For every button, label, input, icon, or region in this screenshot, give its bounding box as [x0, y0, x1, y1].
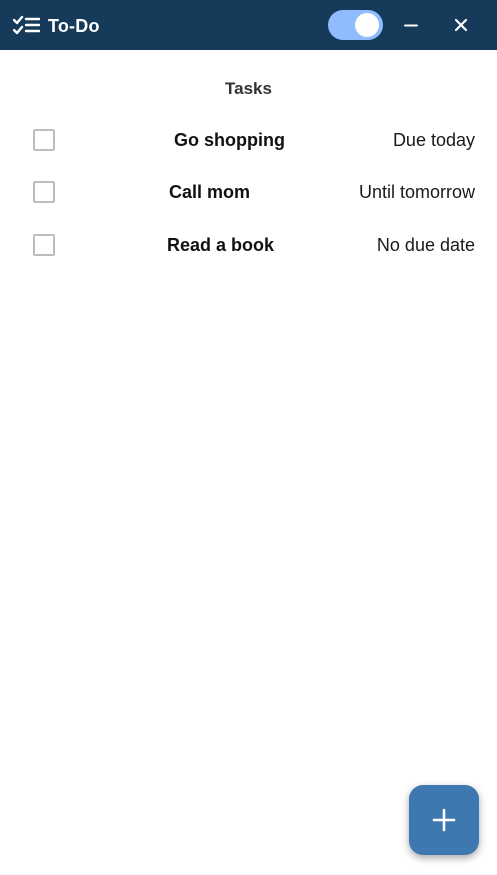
minimize-icon [404, 24, 418, 27]
task-row: Call mom Until tomorrow [0, 170, 497, 214]
minimize-button[interactable] [398, 12, 424, 38]
task-checkbox[interactable] [33, 181, 55, 203]
plus-icon [432, 808, 456, 832]
close-icon [454, 18, 468, 32]
task-name: Read a book [167, 235, 275, 255]
close-button[interactable] [448, 12, 474, 38]
task-checkbox[interactable] [33, 234, 55, 256]
task-row: Read a book No due date [0, 223, 497, 267]
app-title: To-Do [48, 16, 100, 36]
task-checkbox[interactable] [33, 129, 55, 151]
add-task-button[interactable] [409, 785, 479, 855]
task-name: Call mom [169, 182, 251, 202]
toggle-knob [355, 13, 379, 37]
task-due-date: Due today [392, 130, 475, 150]
task-due-date: No due date [376, 235, 475, 255]
task-due-date: Until tomorrow [358, 182, 475, 202]
title-bar: To-Do [0, 0, 497, 50]
checklist-icon [13, 15, 40, 35]
section-title: Tasks [225, 79, 272, 98]
task-row: Go shopping Due today [0, 118, 497, 162]
task-name: Go shopping [174, 130, 285, 150]
theme-toggle[interactable] [328, 10, 383, 40]
todo-app-window: To-Do Tasks Go shopping Due today Call m… [0, 0, 497, 875]
